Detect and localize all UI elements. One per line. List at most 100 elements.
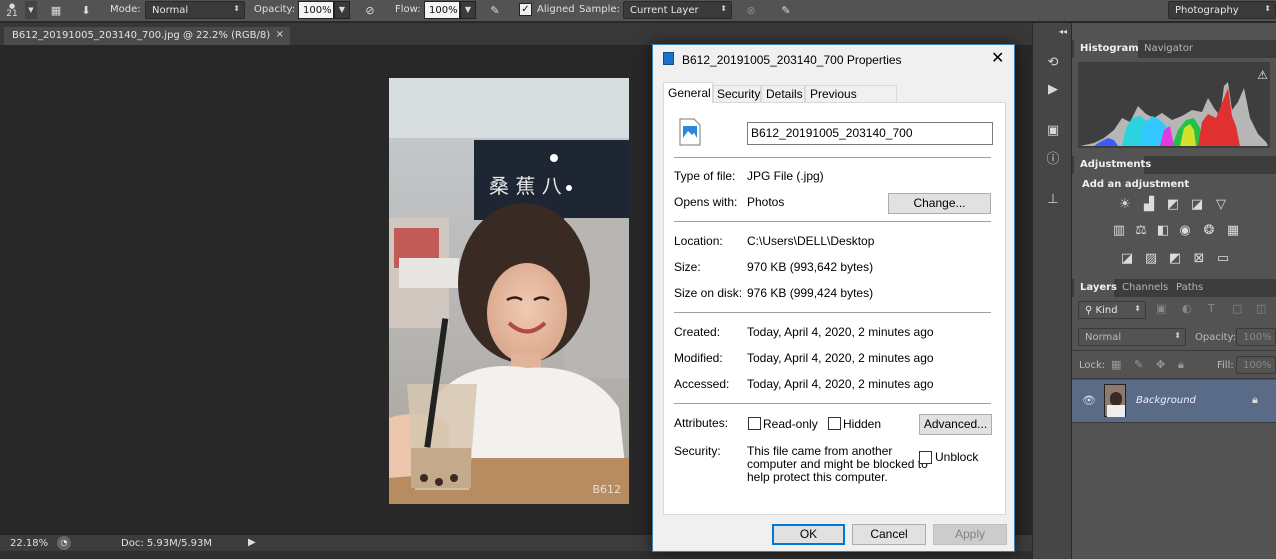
warning-icon[interactable]: ⚠ (1257, 68, 1268, 82)
tab-security[interactable]: Security (713, 85, 761, 103)
ok-button[interactable]: OK (772, 524, 845, 545)
sample-value: Current Layer (630, 5, 699, 16)
close-icon[interactable]: ✕ (991, 48, 1004, 68)
levels-icon[interactable]: ▟ (1140, 197, 1158, 213)
document-tab-title: B612_20191005_203140_700.jpg @ 22.2% (RG… (12, 30, 271, 41)
tab-layers[interactable]: Layers (1074, 279, 1117, 297)
document-tab[interactable]: B612_20191005_203140_700.jpg @ 22.2% (RG… (4, 27, 290, 45)
aligned-label: Aligned (537, 4, 575, 15)
play-arrow-icon[interactable]: ▶ (248, 537, 256, 548)
hidden-label: Hidden (843, 417, 882, 431)
clone-source-panel-icon[interactable]: ⊥ (1043, 190, 1063, 210)
channel-mixer-icon[interactable]: ❂ (1200, 223, 1218, 239)
histogram-tabs: Histogram Navigator (1072, 40, 1276, 58)
layer-row-background[interactable]: 👁︎ Background 🔒︎ (1072, 380, 1276, 422)
black-white-icon[interactable]: ◧ (1154, 223, 1172, 239)
lock-label: Lock: (1079, 360, 1106, 371)
info-icon[interactable]: ⓘ (1043, 150, 1063, 170)
photo-filter-icon[interactable]: ◉ (1176, 223, 1194, 239)
fill-input[interactable]: 100% (1236, 356, 1276, 374)
brightness-icon[interactable]: ☀ (1116, 197, 1134, 213)
size-on-disk-label: Size on disk: (674, 286, 743, 300)
tab-histogram[interactable]: Histogram (1074, 40, 1139, 58)
brush-preset-picker[interactable]: ● 21 (2, 1, 22, 19)
updown-arrow-icon: ⬍ (1134, 304, 1141, 313)
sample-select[interactable]: Current Layer ⬍ (623, 1, 732, 19)
tab-details[interactable]: Details (761, 85, 805, 103)
ignore-adjustment-icon[interactable]: ⊗ (741, 1, 761, 19)
selective-color-icon[interactable]: ⊠ (1190, 251, 1208, 267)
unblock-checkbox[interactable] (919, 451, 932, 464)
location-value: C:\Users\DELL\Desktop (747, 234, 875, 248)
tab-navigator[interactable]: Navigator (1138, 40, 1202, 58)
color-lookup-icon[interactable]: ▦ (1224, 223, 1242, 239)
filter-type-icon[interactable]: T (1208, 302, 1215, 315)
posterize-icon[interactable]: ▨ (1142, 251, 1160, 267)
invert-icon[interactable]: ◪ (1118, 251, 1136, 267)
tab-channels[interactable]: Channels (1116, 279, 1170, 297)
actions-icon[interactable]: ▶ (1043, 80, 1063, 100)
opacity-input[interactable]: 100% (298, 1, 334, 19)
readonly-label: Read-only (763, 417, 818, 431)
opacity-dropdown-button[interactable]: ▼ (334, 1, 350, 19)
properties-icon[interactable]: ▣ (1043, 121, 1063, 141)
filter-smart-icon[interactable]: ◫ (1256, 302, 1266, 315)
airbrush-icon[interactable]: ✎ (485, 1, 505, 19)
filter-shape-icon[interactable]: ▢ (1232, 302, 1242, 315)
cancel-button[interactable]: Cancel (852, 524, 926, 545)
filter-adjustment-icon[interactable]: ◐ (1182, 302, 1192, 315)
flow-dropdown-button[interactable]: ▼ (460, 1, 476, 19)
hue-saturation-icon[interactable]: ▥ (1110, 223, 1128, 239)
tab-paths[interactable]: Paths (1170, 279, 1210, 297)
readonly-checkbox[interactable] (748, 417, 761, 430)
color-balance-icon[interactable]: ⚖ (1132, 223, 1150, 239)
layer-opacity-input[interactable]: 100% (1236, 328, 1276, 346)
history-icon[interactable]: ⟲ (1043, 53, 1063, 73)
exposure-icon[interactable]: ◪ (1188, 197, 1206, 213)
type-value: JPG File (.jpg) (747, 169, 824, 183)
workspace-select[interactable]: Photography ⬍ (1168, 1, 1276, 19)
updown-arrow-icon: ⬍ (1174, 331, 1181, 340)
lock-all-icon[interactable]: 🔒︎ (1178, 358, 1184, 372)
pressure-size-icon[interactable]: ✎ (776, 1, 796, 19)
curves-icon[interactable]: ◩ (1164, 197, 1182, 213)
gradient-map-icon[interactable]: ▭ (1214, 251, 1232, 267)
pressure-opacity-icon[interactable]: ⊘ (360, 1, 380, 19)
lock-icon[interactable]: 🔒︎ (1252, 393, 1258, 407)
collapse-arrows-icon[interactable]: ◂◂ (1059, 27, 1067, 36)
flow-input[interactable]: 100% (424, 1, 460, 19)
change-button[interactable]: Change... (888, 193, 991, 214)
filename-input[interactable]: B612_20191005_203140_700 (747, 122, 993, 145)
tab-general[interactable]: General (663, 82, 713, 103)
divider (1072, 378, 1276, 379)
visibility-eye-icon[interactable]: 👁︎ (1082, 394, 1096, 407)
filter-pixel-icon[interactable]: ▣ (1156, 302, 1166, 315)
location-label: Location: (674, 234, 723, 248)
apply-button[interactable]: Apply (933, 524, 1007, 545)
lock-transparent-icon[interactable]: ▦ (1111, 358, 1121, 371)
advanced-button[interactable]: Advanced... (919, 414, 992, 435)
lock-image-icon[interactable]: ✎ (1134, 358, 1143, 371)
vibrance-icon[interactable]: ▽ (1212, 197, 1230, 213)
close-icon[interactable]: × (276, 29, 284, 40)
clone-source-icon[interactable]: ▦ (46, 1, 66, 19)
tab-previous-versions[interactable]: Previous Versions (805, 85, 897, 115)
timeline-strip (0, 551, 1032, 559)
size-value: 970 KB (993,642 bytes) (747, 260, 874, 274)
aligned-checkbox[interactable]: ✓ (519, 3, 532, 16)
share-icon[interactable]: ◔ (57, 536, 71, 550)
tab-adjustments[interactable]: Adjustments (1074, 156, 1151, 174)
toggle-brush-panel-icon[interactable]: ⬇ (76, 1, 96, 19)
document-image[interactable]: 桑 蕉 八 B612 (389, 78, 629, 504)
chevron-down-icon[interactable]: ▼ (25, 1, 37, 19)
layer-name[interactable]: Background (1136, 395, 1196, 406)
layer-filter-select[interactable]: ⚲ Kind ⬍ (1078, 301, 1146, 319)
threshold-icon[interactable]: ◩ (1166, 251, 1184, 267)
security-text-line-3: help protect this computer. (747, 470, 888, 484)
attributes-label: Attributes: (674, 416, 729, 430)
lock-position-icon[interactable]: ✥ (1156, 358, 1165, 371)
mode-select[interactable]: Normal ⬍ (145, 1, 245, 19)
hidden-checkbox[interactable] (828, 417, 841, 430)
blend-mode-select[interactable]: Normal ⬍ (1078, 328, 1186, 346)
zoom-level[interactable]: 22.18% (10, 538, 48, 549)
